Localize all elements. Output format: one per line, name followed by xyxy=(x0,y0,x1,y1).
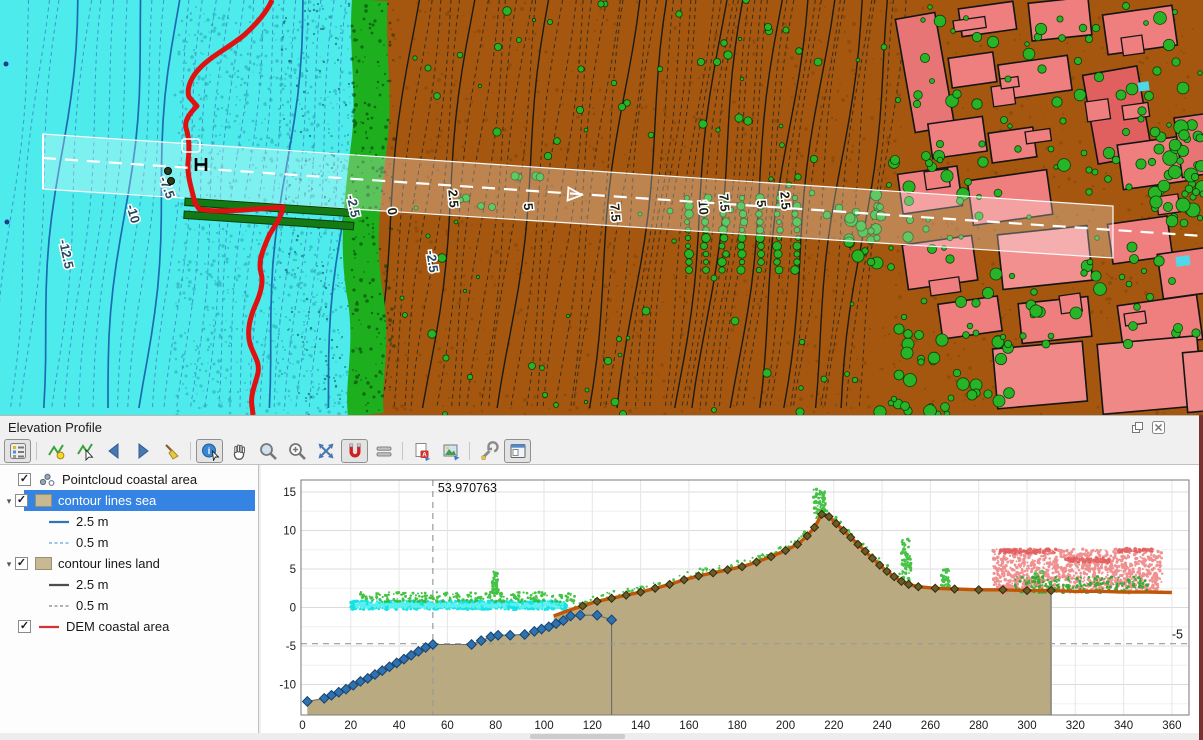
cursor-distance-label: 53.970763 xyxy=(438,481,497,495)
settings-icon xyxy=(479,441,499,461)
dashed-line-swatch xyxy=(48,538,70,548)
fill-swatch xyxy=(35,494,52,507)
layer-tree-item[interactable]: 0.5 m xyxy=(0,532,258,553)
dashed-line-swatch xyxy=(48,601,70,611)
dock-icon xyxy=(508,441,528,461)
layer-checkbox[interactable]: ✓ xyxy=(15,557,28,570)
clear-icon xyxy=(162,441,182,461)
export-pdf-icon: A xyxy=(412,441,432,461)
layer-tree-item[interactable]: ✓ DEM coastal area xyxy=(0,616,258,637)
layer-label: 0.5 m xyxy=(76,598,109,613)
zoom-full-button[interactable] xyxy=(254,439,281,463)
svg-text:2.5: 2.5 xyxy=(445,189,462,208)
window-edge xyxy=(1199,415,1203,740)
close-icon[interactable] xyxy=(1150,419,1167,436)
layer-label: 0.5 m xyxy=(76,535,109,550)
nudge-left-button[interactable] xyxy=(100,439,127,463)
svg-text:7.5: 7.5 xyxy=(716,193,733,212)
svg-text:A: A xyxy=(422,452,427,459)
layer-label: contour lines sea xyxy=(58,493,156,508)
clear-button[interactable] xyxy=(158,439,185,463)
layer-tree-item[interactable]: 0.5 m xyxy=(0,595,258,616)
horizontal-scrollbar[interactable] xyxy=(0,733,1203,740)
layer-tree-item[interactable]: 2.5 m xyxy=(0,511,258,532)
panel-title-bar: Elevation Profile xyxy=(0,416,1203,438)
expander-spacer xyxy=(3,579,15,591)
layer-label: 2.5 m xyxy=(76,514,109,529)
svg-text:7.5: 7.5 xyxy=(607,203,624,222)
export-pdf-button[interactable]: A xyxy=(408,439,435,463)
expander-spacer xyxy=(3,516,15,528)
layer-tree-item[interactable]: ✓ Pointcloud coastal area xyxy=(0,469,258,490)
export-image-button[interactable] xyxy=(437,439,464,463)
identify-features-button[interactable]: i xyxy=(196,439,223,463)
identify-features-icon: i xyxy=(200,441,220,461)
pan-icon xyxy=(229,441,249,461)
toolbar-separator xyxy=(190,442,191,460)
layer-tree-item[interactable]: 2.5 m xyxy=(0,574,258,595)
pan-button[interactable] xyxy=(225,439,252,463)
layer-tree-item[interactable]: ▾✓ contour lines sea xyxy=(0,490,258,511)
toggle-layer-tree-button[interactable] xyxy=(4,439,31,463)
layer-checkbox[interactable]: ✓ xyxy=(18,620,31,633)
panel-title: Elevation Profile xyxy=(8,420,102,435)
measure-distances-button[interactable] xyxy=(370,439,397,463)
expander-icon[interactable]: ▾ xyxy=(3,495,15,507)
nudge-right-icon xyxy=(133,441,153,461)
zoom-full-icon xyxy=(258,441,278,461)
settings-button[interactable] xyxy=(475,439,502,463)
snapping-icon xyxy=(345,441,365,461)
layer-label: DEM coastal area xyxy=(66,619,169,634)
layer-label: contour lines land xyxy=(58,556,160,571)
layer-checkbox[interactable]: ✓ xyxy=(15,494,28,507)
toggle-layer-tree-icon xyxy=(8,441,28,461)
pool xyxy=(1137,81,1149,91)
expander-spacer xyxy=(3,537,15,549)
zoom-in-button[interactable] xyxy=(283,439,310,463)
snapping-button[interactable] xyxy=(341,439,368,463)
map-canvas[interactable]: -12.5-10-7.5-2.5-2.502.557.5107.552.5 xyxy=(0,0,1203,415)
svg-text:5: 5 xyxy=(521,202,537,211)
pool xyxy=(1175,255,1190,267)
zoom-to-extent-icon xyxy=(316,441,336,461)
line-swatch xyxy=(48,517,70,527)
layer-label: 2.5 m xyxy=(76,577,109,592)
fill-swatch xyxy=(35,557,52,570)
svg-text:i: i xyxy=(207,446,210,456)
zoom-to-extent-button[interactable] xyxy=(312,439,339,463)
svg-text:-2.5: -2.5 xyxy=(423,249,441,273)
pointcloud-icon xyxy=(38,473,56,487)
toolbar-separator xyxy=(36,442,37,460)
layer-tree[interactable]: ✓Pointcloud coastal area▾✓contour lines … xyxy=(0,465,259,735)
line-swatch xyxy=(48,580,70,590)
elevation-profile-chart[interactable]: 0204060801001201401601802002202402602803… xyxy=(261,465,1199,735)
scrollbar-handle[interactable] xyxy=(530,734,625,739)
measure-distances-icon xyxy=(374,441,394,461)
expander-icon[interactable]: ▾ xyxy=(3,558,15,570)
layer-label: Pointcloud coastal area xyxy=(62,472,197,487)
cursor-elevation-label: -5 xyxy=(1172,628,1183,642)
profile-plot: 0204060801001201401601802002202402602803… xyxy=(261,465,1199,735)
expander-spacer xyxy=(3,621,15,633)
toolbar-separator xyxy=(469,442,470,460)
layer-checkbox[interactable]: ✓ xyxy=(18,473,31,486)
layer-tree-item[interactable]: ▾✓ contour lines land xyxy=(0,553,258,574)
float-icon[interactable] xyxy=(1129,419,1146,436)
export-image-icon xyxy=(441,441,461,461)
line-swatch xyxy=(38,622,60,632)
capture-curve-button[interactable] xyxy=(42,439,69,463)
profile-toolbar: iA xyxy=(0,438,1203,464)
capture-curve-icon xyxy=(46,441,66,461)
capture-curve-from-feature-button[interactable] xyxy=(71,439,98,463)
expander-spacer xyxy=(3,600,15,612)
nudge-right-button[interactable] xyxy=(129,439,156,463)
toolbar-separator xyxy=(402,442,403,460)
dock-button[interactable] xyxy=(504,439,531,463)
capture-curve-from-feature-icon xyxy=(75,441,95,461)
expander-spacer xyxy=(3,474,15,486)
zoom-in-icon xyxy=(287,441,307,461)
nudge-left-icon xyxy=(104,441,124,461)
elevation-profile-panel: Elevation Profile iA ✓Pointcloud coastal… xyxy=(0,415,1203,740)
